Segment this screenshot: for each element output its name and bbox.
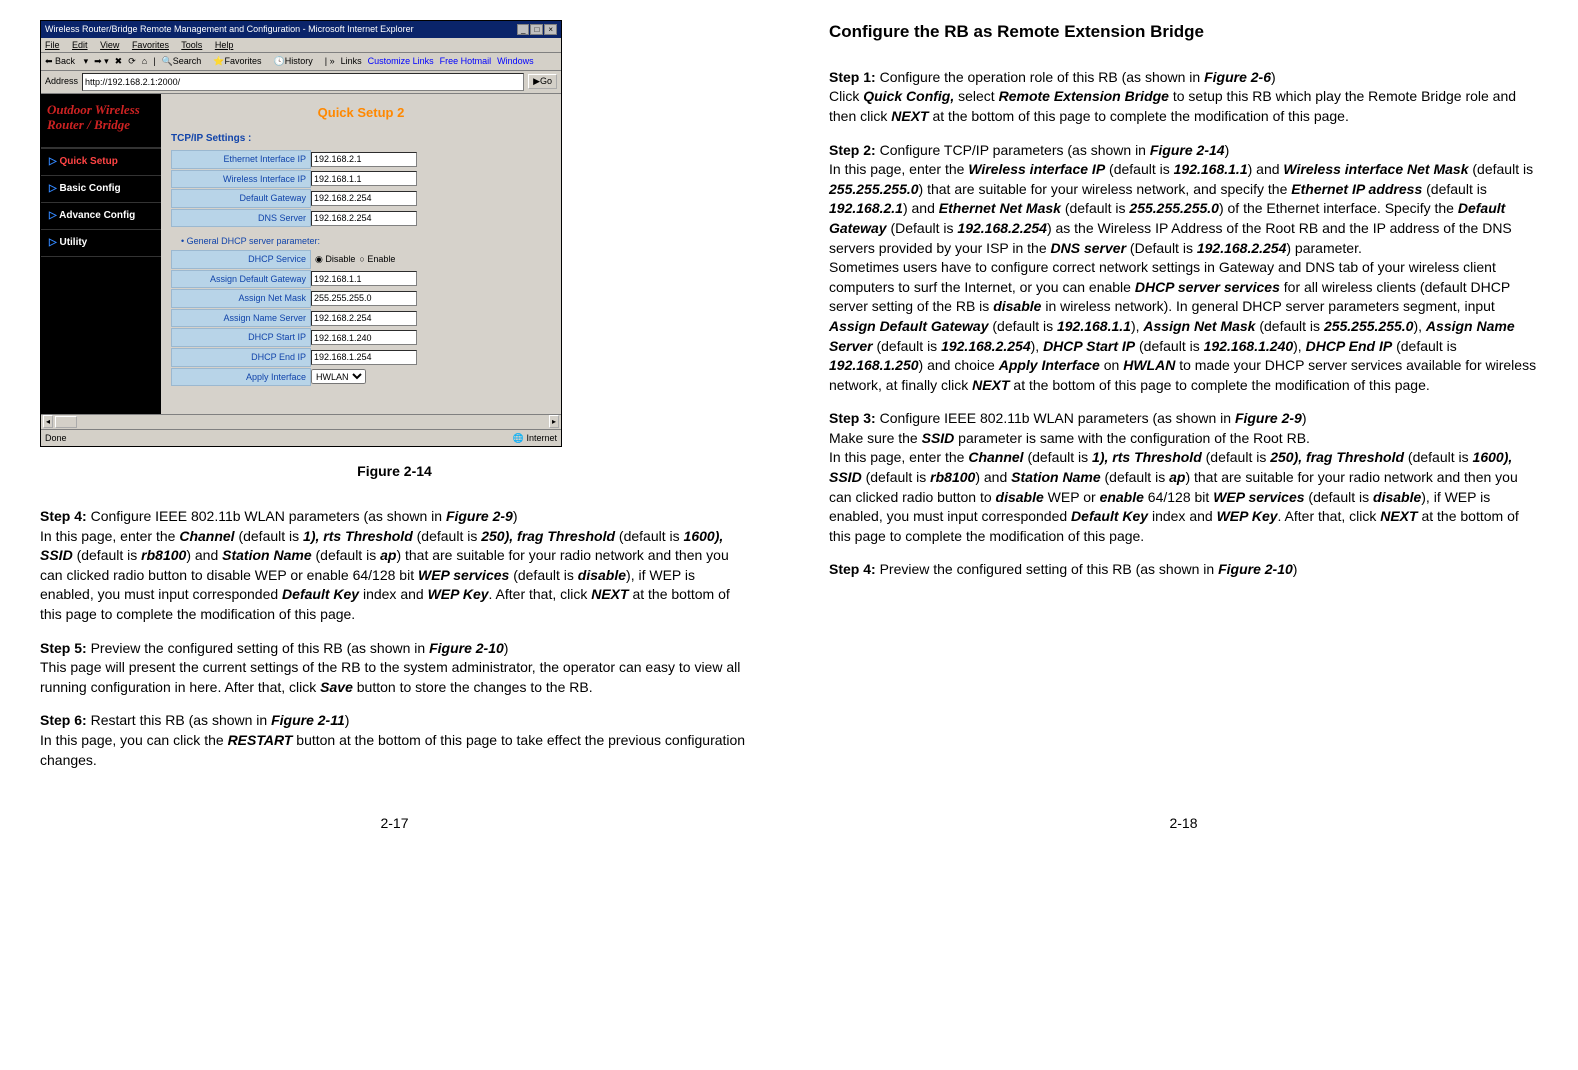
app-sidebar: Outdoor WirelessRouter / Bridge Quick Se…: [41, 94, 161, 414]
link-windows[interactable]: Windows: [497, 55, 534, 68]
status-zone: 🌐 Internet: [513, 432, 557, 445]
inp-gateway[interactable]: [311, 191, 417, 206]
refresh-button[interactable]: ⟳: [128, 55, 136, 68]
menu-view[interactable]: View: [100, 40, 119, 50]
r-step3-body2: In this page, enter the Channel (default…: [829, 448, 1538, 546]
page-right: Configure the RB as Remote Extension Bri…: [829, 20, 1538, 834]
lbl-gateway: Default Gateway: [171, 189, 311, 208]
screenshot-figure: Wireless Router/Bridge Remote Management…: [40, 20, 562, 447]
nav-basic-config[interactable]: Basic Config: [41, 176, 161, 203]
back-button[interactable]: ⬅ Back ▾: [45, 55, 88, 68]
r-step1-heading: Step 1: Configure the operation role of …: [829, 68, 1538, 88]
links-label: Links: [341, 55, 362, 68]
r-step1-body: Click Quick Config, select Remote Extens…: [829, 87, 1538, 126]
inp-anm[interactable]: [311, 291, 417, 306]
close-icon[interactable]: ×: [544, 24, 557, 35]
browser-toolbar: ⬅ Back ▾ ➡ ▾ ✖ ⟳ ⌂ | 🔍Search ⭐Favorites …: [41, 53, 561, 71]
dhcp-enable-radio[interactable]: ○ Enable: [355, 253, 395, 266]
stop-button[interactable]: ✖: [115, 55, 123, 68]
menu-help[interactable]: Help: [215, 40, 234, 50]
inp-eth-ip[interactable]: [311, 152, 417, 167]
scroll-thumb[interactable]: [55, 416, 77, 428]
lbl-wl-ip: Wireless Interface IP: [171, 170, 311, 189]
browser-titlebar: Wireless Router/Bridge Remote Management…: [41, 21, 561, 38]
browser-menubar: File Edit View Favorites Tools Help: [41, 38, 561, 54]
page-number-left: 2-17: [40, 814, 749, 834]
step6-body: In this page, you can click the RESTART …: [40, 731, 749, 770]
minimize-icon[interactable]: _: [517, 24, 529, 35]
inp-dei[interactable]: [311, 350, 417, 365]
status-done: Done: [45, 432, 67, 445]
section-title: Configure the RB as Remote Extension Bri…: [829, 20, 1538, 44]
nav-utility[interactable]: Utility: [41, 230, 161, 257]
inp-wl-ip[interactable]: [311, 171, 417, 186]
lbl-dns: DNS Server: [171, 209, 311, 228]
inp-adg[interactable]: [311, 271, 417, 286]
lbl-eth-ip: Ethernet Interface IP: [171, 150, 311, 169]
window-controls: _□×: [516, 23, 557, 36]
app-main: Quick Setup 2 TCP/IP Settings : Ethernet…: [161, 94, 561, 414]
r-step3-heading: Step 3: Configure IEEE 802.11b WLAN para…: [829, 409, 1538, 429]
inp-dns[interactable]: [311, 211, 417, 226]
inp-ans[interactable]: [311, 311, 417, 326]
nav-quick-setup[interactable]: Quick Setup: [41, 149, 161, 176]
menu-edit[interactable]: Edit: [72, 40, 88, 50]
r-step3-body1: Make sure the SSID parameter is same wit…: [829, 429, 1538, 449]
dhcp-header: • General DHCP server parameter:: [181, 235, 551, 248]
step4-body: In this page, enter the Channel (default…: [40, 527, 749, 625]
page-left: Wireless Router/Bridge Remote Management…: [40, 20, 749, 834]
address-label: Address: [45, 75, 78, 88]
tcpip-header: TCP/IP Settings :: [171, 132, 551, 146]
link-hotmail[interactable]: Free Hotmail: [440, 55, 492, 68]
address-input[interactable]: [82, 73, 524, 91]
step6-heading: Step 6: Restart this RB (as shown in Fig…: [40, 711, 749, 731]
forward-button[interactable]: ➡ ▾: [94, 55, 109, 68]
sel-apply[interactable]: HWLAN: [311, 369, 366, 384]
browser-addressbar: Address ▶Go: [41, 71, 561, 94]
dhcp-disable-radio[interactable]: ◉ Disable: [311, 253, 355, 266]
app-page-title: Quick Setup 2: [171, 104, 551, 122]
lbl-dsi: DHCP Start IP: [171, 328, 311, 347]
history-button[interactable]: 🕓History: [274, 55, 319, 68]
figure-caption: Figure 2-14: [40, 462, 749, 482]
step5-body: This page will present the current setti…: [40, 658, 749, 697]
browser-title: Wireless Router/Bridge Remote Management…: [45, 23, 414, 36]
scroll-left-icon[interactable]: ◂: [43, 415, 53, 428]
app-brand: Outdoor WirelessRouter / Bridge: [41, 94, 161, 149]
page-number-right: 2-18: [829, 814, 1538, 834]
menu-favorites[interactable]: Favorites: [132, 40, 169, 50]
r-step2-heading: Step 2: Configure TCP/IP parameters (as …: [829, 141, 1538, 161]
menu-file[interactable]: File: [45, 40, 60, 50]
nav-advance-config[interactable]: Advance Config: [41, 203, 161, 230]
link-customize[interactable]: Customize Links: [368, 55, 434, 68]
maximize-icon[interactable]: □: [530, 24, 543, 35]
lbl-dei: DHCP End IP: [171, 348, 311, 367]
horizontal-scrollbar[interactable]: ◂ ▸: [41, 414, 561, 429]
lbl-anm: Assign Net Mask: [171, 289, 311, 308]
step5-heading: Step 5: Preview the configured setting o…: [40, 639, 749, 659]
r-step4-heading: Step 4: Preview the configured setting o…: [829, 560, 1538, 580]
lbl-ans: Assign Name Server: [171, 309, 311, 328]
app-content: Outdoor WirelessRouter / Bridge Quick Se…: [41, 94, 561, 414]
lbl-apply: Apply Interface: [171, 368, 311, 387]
r-step2-body2: Sometimes users have to configure correc…: [829, 258, 1538, 395]
go-button[interactable]: ▶Go: [528, 74, 557, 89]
search-button[interactable]: 🔍Search: [162, 55, 208, 68]
favorites-button[interactable]: ⭐Favorites: [213, 55, 267, 68]
scroll-right-icon[interactable]: ▸: [549, 415, 559, 428]
step4-heading: Step 4: Configure IEEE 802.11b WLAN para…: [40, 507, 749, 527]
lbl-dhcp-service: DHCP Service: [171, 250, 311, 269]
home-button[interactable]: ⌂: [142, 55, 147, 68]
r-step2-body1: In this page, enter the Wireless interfa…: [829, 160, 1538, 258]
inp-dsi[interactable]: [311, 330, 417, 345]
browser-statusbar: Done 🌐 Internet: [41, 429, 561, 447]
menu-tools[interactable]: Tools: [181, 40, 202, 50]
lbl-adg: Assign Default Gateway: [171, 270, 311, 289]
